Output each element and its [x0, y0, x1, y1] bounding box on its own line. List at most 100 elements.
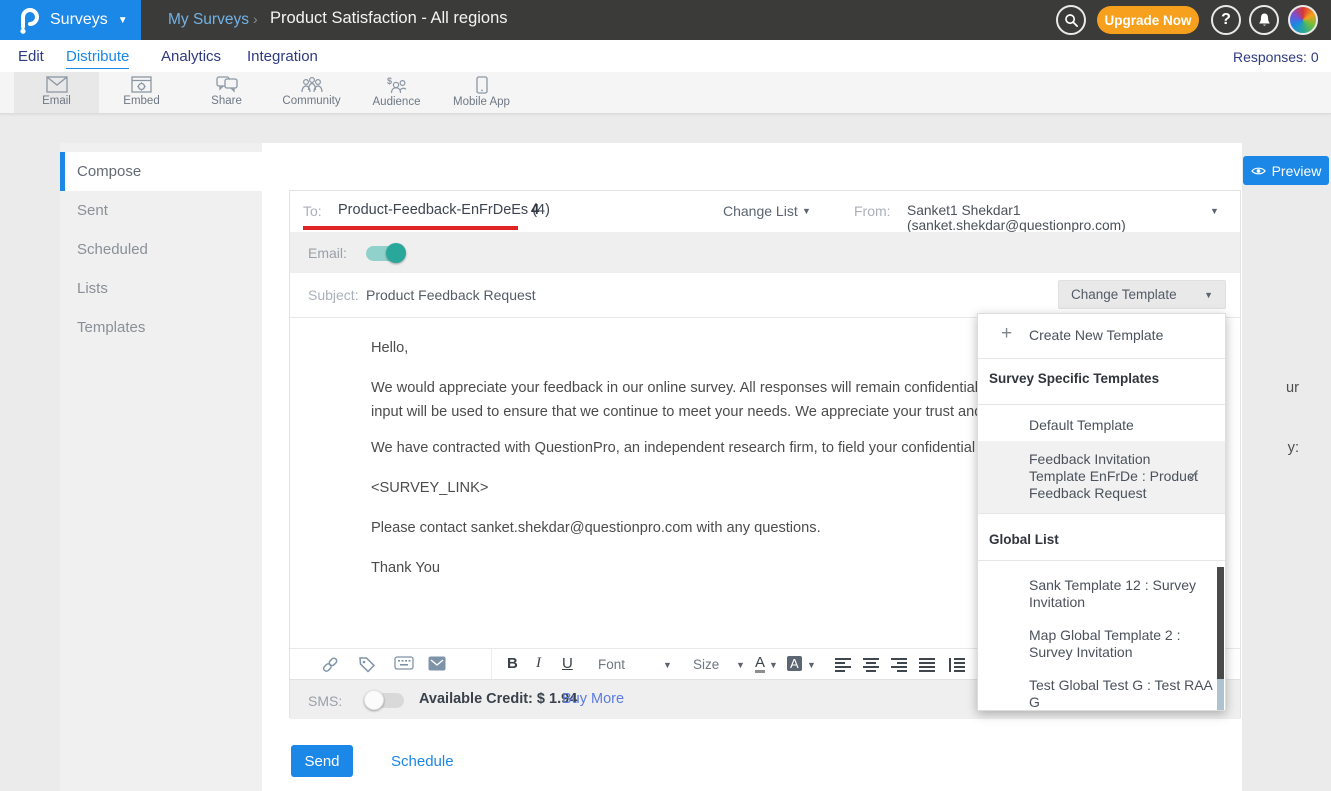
- channel-tab-label: Email: [42, 95, 71, 107]
- font-family-select[interactable]: Font: [598, 657, 625, 672]
- buy-more-link[interactable]: Buy More: [562, 691, 624, 707]
- underline-button[interactable]: U: [562, 655, 573, 672]
- channel-tab-label: Audience: [373, 96, 421, 108]
- to-row: To: Product-Feedback-EnFrDeEs (4) 4 Chan…: [290, 191, 1240, 232]
- body-line-fragment: y:: [1288, 440, 1299, 456]
- channel-tab-embed[interactable]: Embed: [99, 72, 184, 113]
- schedule-link[interactable]: Schedule: [391, 753, 454, 770]
- change-template-dropdown: + Create New Template Survey Specific Te…: [977, 313, 1226, 711]
- font-size-select[interactable]: Size: [693, 657, 719, 672]
- create-new-template-label: Create New Template: [1029, 327, 1163, 343]
- top-bar: Surveys ▼ My Surveys › Product Satisfact…: [0, 0, 1331, 40]
- change-template-label: Change Template: [1071, 287, 1177, 302]
- search-button[interactable]: [1056, 5, 1086, 35]
- dropdown-scrollbar-thumb[interactable]: [1217, 567, 1224, 679]
- channel-tab-label: Mobile App: [453, 96, 510, 108]
- template-item-global[interactable]: Map Global Template 2 : Survey Invitatio…: [1029, 627, 1214, 661]
- channel-tab-share[interactable]: Share: [184, 72, 269, 113]
- align-left-icon[interactable]: [835, 658, 852, 672]
- breadcrumb-my-surveys[interactable]: My Surveys: [168, 11, 249, 29]
- dropdown-scrollbar-track: [1217, 679, 1224, 710]
- envelope-icon: [46, 76, 68, 93]
- channel-tab-label: Share: [211, 95, 242, 107]
- channel-tab-email[interactable]: Email: [14, 72, 99, 113]
- nav-tab-analytics[interactable]: Analytics: [161, 48, 221, 65]
- upgrade-now-button[interactable]: Upgrade Now: [1097, 6, 1199, 34]
- justify-icon[interactable]: [919, 658, 936, 672]
- responses-count: Responses: 0: [1233, 49, 1319, 65]
- chevron-down-icon[interactable]: ▼: [802, 206, 811, 216]
- align-center-icon[interactable]: [863, 658, 880, 672]
- template-item-global[interactable]: Test Global Test G : Test RAA G: [1029, 677, 1214, 710]
- plus-icon: +: [1001, 323, 1012, 345]
- change-template-button[interactable]: Change Template ▼: [1058, 280, 1226, 309]
- chevron-down-icon[interactable]: ▼: [807, 660, 816, 670]
- breadcrumb-separator: ›: [253, 11, 258, 27]
- send-button[interactable]: Send: [291, 745, 353, 777]
- insert-link-icon[interactable]: [320, 656, 340, 673]
- body-line-fragment: ur: [1286, 380, 1299, 396]
- toolbar-divider: [491, 649, 492, 680]
- user-avatar[interactable]: [1288, 5, 1318, 35]
- text-color-button[interactable]: A: [755, 655, 765, 673]
- chevron-down-icon[interactable]: ▼: [663, 660, 672, 670]
- email-toggle[interactable]: [366, 246, 404, 261]
- keyboard-icon[interactable]: [394, 656, 414, 670]
- sidebar-item-scheduled[interactable]: Scheduled: [60, 230, 262, 269]
- channel-tab-label: Embed: [123, 95, 159, 107]
- embed-window-icon: [131, 76, 152, 93]
- to-label: To:: [303, 203, 322, 219]
- dropdown-divider: [978, 513, 1225, 514]
- email-preview-icon[interactable]: [428, 656, 446, 671]
- to-list-value[interactable]: Product-Feedback-EnFrDeEs (4): [338, 202, 550, 218]
- chevron-down-icon[interactable]: ▼: [736, 660, 745, 670]
- notifications-button[interactable]: [1249, 5, 1279, 35]
- search-icon: [1064, 13, 1079, 28]
- chevron-down-icon[interactable]: ▼: [769, 660, 778, 670]
- chevron-down-icon: ▼: [118, 15, 128, 26]
- sms-toggle[interactable]: [366, 693, 404, 708]
- template-item-default[interactable]: Default Template: [1029, 417, 1214, 434]
- sms-toggle-label: SMS:: [308, 693, 342, 709]
- nav-tab-integration[interactable]: Integration: [247, 48, 318, 65]
- sidebar-item-sent[interactable]: Sent: [60, 191, 262, 230]
- share-bubbles-icon: [216, 76, 238, 93]
- merge-tag-icon[interactable]: [358, 656, 376, 673]
- audience-dollar-icon: $: [385, 76, 409, 94]
- mobile-phone-icon: [476, 76, 488, 94]
- email-toggle-label: Email:: [308, 245, 347, 261]
- nav-tab-edit[interactable]: Edit: [18, 48, 44, 65]
- email-sidebar: Compose Sent Scheduled Lists Templates: [60, 143, 262, 791]
- indent-icon[interactable]: [948, 658, 966, 672]
- product-name: Surveys: [50, 11, 108, 29]
- from-sender-value[interactable]: Sanket1 Shekdar1 (sanket.shekdar@questio…: [907, 203, 1240, 233]
- global-templates-scroll-area[interactable]: Sank Template 12 : Survey Invitation Map…: [978, 561, 1225, 710]
- background-color-button[interactable]: A: [787, 656, 802, 671]
- bold-button[interactable]: B: [507, 655, 518, 672]
- preview-button[interactable]: Preview: [1243, 156, 1329, 185]
- from-label: From:: [854, 203, 891, 219]
- channel-tab-mobile-app[interactable]: Mobile App: [439, 72, 524, 113]
- sidebar-item-lists[interactable]: Lists: [60, 269, 262, 308]
- sidebar-item-templates[interactable]: Templates: [60, 308, 262, 347]
- sidebar-item-compose[interactable]: Compose: [60, 152, 262, 191]
- italic-button[interactable]: I: [536, 655, 541, 672]
- dropdown-divider: [978, 358, 1225, 359]
- template-item-global[interactable]: Sank Template 12 : Survey Invitation: [1029, 577, 1214, 611]
- chevron-down-icon[interactable]: ▼: [1210, 206, 1219, 216]
- survey-specific-templates-header: Survey Specific Templates: [989, 371, 1159, 386]
- preview-label: Preview: [1272, 163, 1322, 179]
- nav-tab-distribute[interactable]: Distribute: [66, 48, 129, 69]
- channel-tab-label: Community: [282, 95, 340, 107]
- product-switcher[interactable]: Surveys ▼: [0, 0, 141, 40]
- toggle-knob: [386, 243, 406, 263]
- questionpro-logo: [16, 6, 42, 34]
- channel-tab-community[interactable]: Community: [269, 72, 354, 113]
- subject-value[interactable]: Product Feedback Request: [366, 287, 536, 303]
- help-button[interactable]: ?: [1211, 5, 1241, 35]
- channel-tab-audience[interactable]: $ Audience: [354, 72, 439, 113]
- align-right-icon[interactable]: [891, 658, 908, 672]
- template-item-selected-label: Feedback Invitation Template EnFrDe : Pr…: [1029, 451, 1207, 502]
- change-list-button[interactable]: Change List: [723, 203, 798, 219]
- create-new-template-item[interactable]: + Create New Template: [978, 314, 1225, 357]
